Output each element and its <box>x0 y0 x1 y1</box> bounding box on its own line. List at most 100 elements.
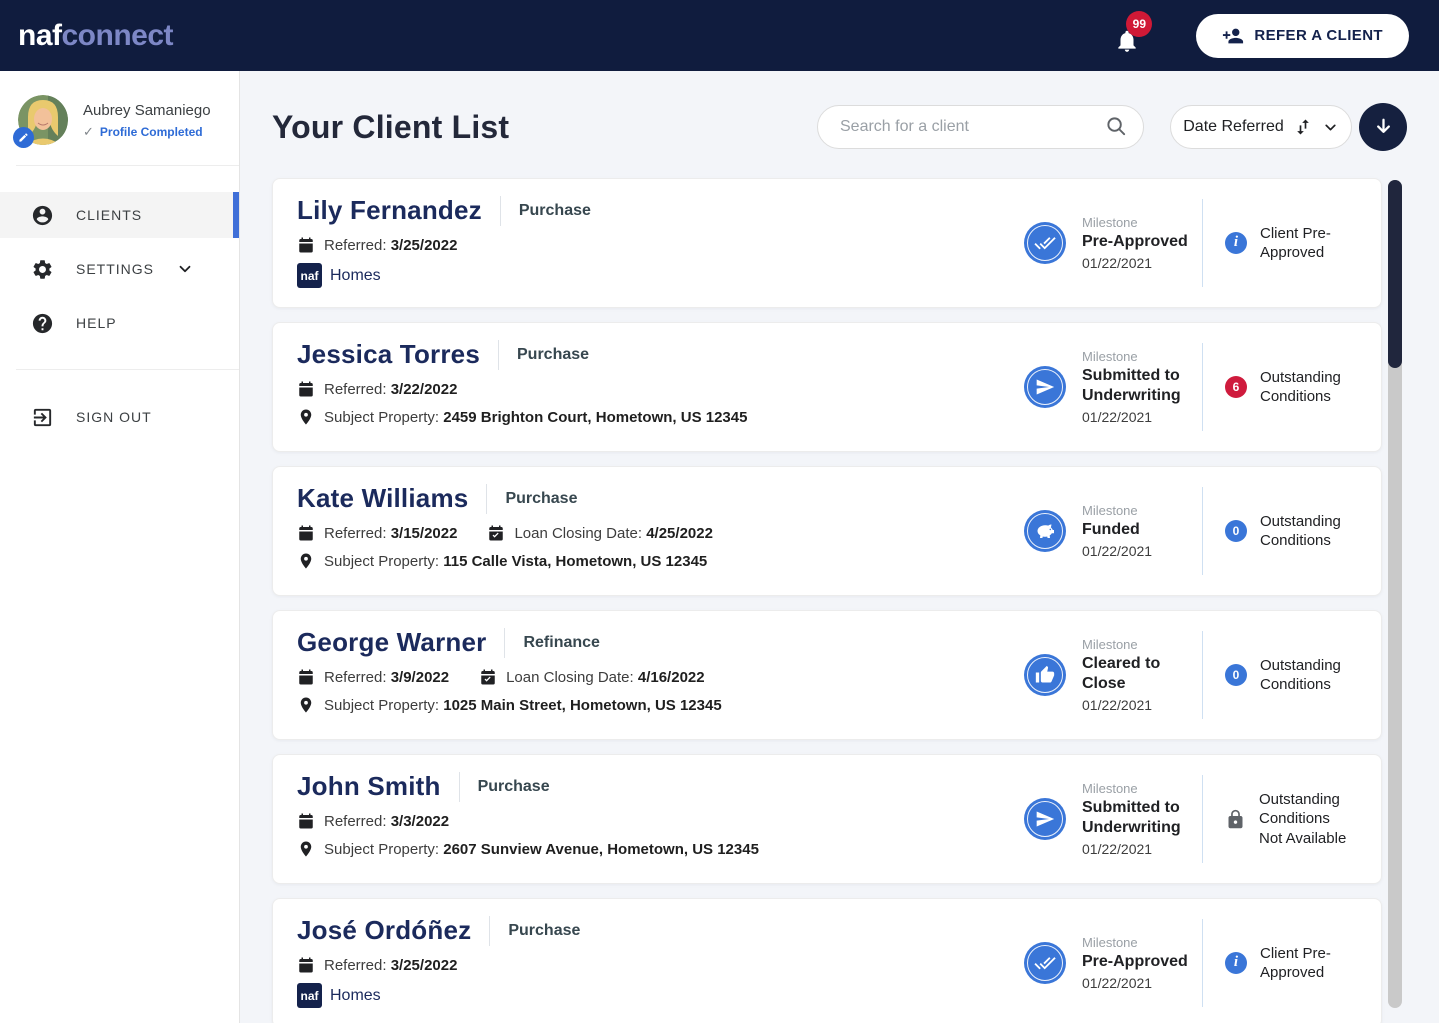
milestone-section: Milestone Cleared to Close 01/22/2021 <box>1024 637 1202 713</box>
referred-date: Referred: 3/22/2022 <box>297 380 457 398</box>
milestone-icon <box>1024 222 1066 264</box>
profile-section: Aubrey Samaniego ✓ Profile Completed <box>0 71 239 165</box>
status-text: Client Pre-Approved <box>1260 224 1331 262</box>
milestone-name: Submitted to Underwriting <box>1082 799 1181 836</box>
chevron-down-icon <box>1325 124 1336 130</box>
calendar-check-icon <box>481 669 495 685</box>
sort-dropdown[interactable]: Date Referred <box>1170 105 1352 149</box>
refer-a-client-button[interactable]: REFER A CLIENT <box>1196 13 1409 58</box>
divider <box>458 771 460 802</box>
property-value: 115 Calle Vista, Hometown, US 12345 <box>443 552 708 570</box>
loan-type: Purchase <box>505 489 578 507</box>
logout-icon <box>33 408 52 426</box>
info-icon: i <box>1225 952 1247 974</box>
loan-type: Purchase <box>518 201 591 219</box>
app-logo[interactable]: nafconnect <box>18 18 174 53</box>
referred-label: Referred: <box>324 380 387 398</box>
sidebar-item-label: HELP <box>76 315 117 331</box>
sort-arrows-icon <box>1296 119 1309 135</box>
pin-icon <box>300 697 312 713</box>
milestone-date: 01/22/2021 <box>1082 841 1153 857</box>
sidebar-item-settings[interactable]: SETTINGS <box>0 246 239 292</box>
referred-date: Referred: 3/25/2022 <box>297 956 457 974</box>
scrollbar-thumb[interactable] <box>1388 180 1402 368</box>
help-icon <box>32 313 53 333</box>
referred-label: Referred: <box>324 524 387 542</box>
lock-icon <box>1228 809 1243 828</box>
client-card[interactable]: José Ordóñez Purchase Referred: 3/25/202… <box>272 898 1382 1023</box>
top-bar: nafconnect 99 REFER A CLIENT <box>0 0 1439 71</box>
calendar-icon <box>299 525 313 541</box>
milestone-icon <box>1024 798 1066 840</box>
check-icon: ✓ <box>83 124 94 139</box>
property-row: Subject Property: 1025 Main Street, Home… <box>297 696 722 714</box>
loan-type: Purchase <box>477 777 550 795</box>
sidebar-item-label: SETTINGS <box>76 261 155 277</box>
homes-label: Homes <box>330 266 381 284</box>
milestone-date: 01/22/2021 <box>1082 697 1153 713</box>
milestone-label: Milestone <box>1082 781 1138 796</box>
referred-label: Referred: <box>324 668 387 686</box>
client-list: Lily Fernandez Purchase Referred: 3/25/2… <box>272 178 1382 1023</box>
client-name: John Smith <box>297 771 441 801</box>
milestone-icon <box>1024 366 1066 408</box>
conditions-count-badge: 0 <box>1225 520 1247 542</box>
conditions-count-badge: 6 <box>1225 376 1247 398</box>
logo-connect: connect <box>61 18 174 52</box>
calendar-check-icon <box>489 525 504 541</box>
edit-profile-button[interactable] <box>13 127 34 148</box>
calendar-icon <box>299 669 313 685</box>
property-value: 1025 Main Street, Hometown, US 12345 <box>443 696 722 714</box>
logo-naf: naf <box>18 18 62 52</box>
calendar-icon <box>299 381 313 397</box>
client-card[interactable]: Lily Fernandez Purchase Referred: 3/25/2… <box>272 178 1382 308</box>
milestone-date: 01/22/2021 <box>1082 409 1153 425</box>
divider <box>489 915 491 946</box>
status-text: Outstanding Conditions <box>1260 656 1341 694</box>
client-card[interactable]: John Smith Purchase Referred: 3/3/2022 S… <box>272 754 1382 884</box>
search-icon[interactable] <box>1105 115 1128 138</box>
client-card[interactable]: Kate Williams Purchase Referred: 3/15/20… <box>272 466 1382 596</box>
double-check-icon <box>1034 957 1056 970</box>
referred-date: Referred: 3/3/2022 <box>297 812 449 830</box>
closing-date: Loan Closing Date: 4/25/2022 <box>487 524 713 542</box>
property-row: Subject Property: 115 Calle Vista, Homet… <box>297 552 713 570</box>
main-content: Your Client List Date Referred Lily Fern… <box>240 71 1439 1023</box>
client-card[interactable]: George Warner Refinance Referred: 3/9/20… <box>272 610 1382 740</box>
calendar-icon <box>299 813 313 829</box>
closing-label: Loan Closing Date: <box>506 668 634 686</box>
property-label: Subject Property: <box>324 696 440 714</box>
referred-value: 3/22/2022 <box>390 380 458 398</box>
sidebar-item-clients[interactable]: CLIENTS <box>0 192 239 238</box>
closing-value: 4/25/2022 <box>646 524 713 542</box>
status-text: Client Pre-Approved <box>1260 944 1331 982</box>
milestone-label: Milestone <box>1082 215 1138 230</box>
milestone-name: Cleared to Close <box>1082 655 1161 692</box>
search-input[interactable] <box>817 105 1144 149</box>
referred-label: Referred: <box>324 236 387 254</box>
pin-icon <box>300 553 312 569</box>
calendar-icon <box>299 957 313 973</box>
pencil-icon <box>19 133 28 142</box>
sidebar-item-help[interactable]: HELP <box>0 300 239 346</box>
milestone-label: Milestone <box>1082 935 1138 950</box>
property-label: Subject Property: <box>324 408 440 426</box>
notifications-bell[interactable]: 99 <box>1118 10 1153 54</box>
client-name: George Warner <box>297 627 487 657</box>
download-button[interactable] <box>1359 103 1407 151</box>
client-card[interactable]: Jessica Torres Purchase Referred: 3/22/2… <box>272 322 1382 452</box>
account-circle-icon <box>32 205 53 225</box>
status-text: Outstanding Conditions <box>1260 368 1341 406</box>
referred-value: 3/3/2022 <box>390 812 450 830</box>
double-check-icon <box>1034 237 1056 250</box>
scrollbar-track[interactable] <box>1388 180 1402 1008</box>
sidebar: Aubrey Samaniego ✓ Profile Completed CLI… <box>0 71 240 1023</box>
milestone-label: Milestone <box>1082 349 1138 364</box>
sidebar-item-label: SIGN OUT <box>76 409 152 425</box>
naf-homes-logo: naf <box>297 983 322 1008</box>
status-section: i Client Pre-Approved <box>1203 224 1357 263</box>
property-value: 2459 Brighton Court, Hometown, US 12345 <box>443 408 748 426</box>
sidebar-item-sign-out[interactable]: SIGN OUT <box>0 394 239 440</box>
status-section: i 0 Outstanding Conditions <box>1203 512 1357 551</box>
status-section: i Outstanding Conditions Not Available <box>1203 790 1357 849</box>
